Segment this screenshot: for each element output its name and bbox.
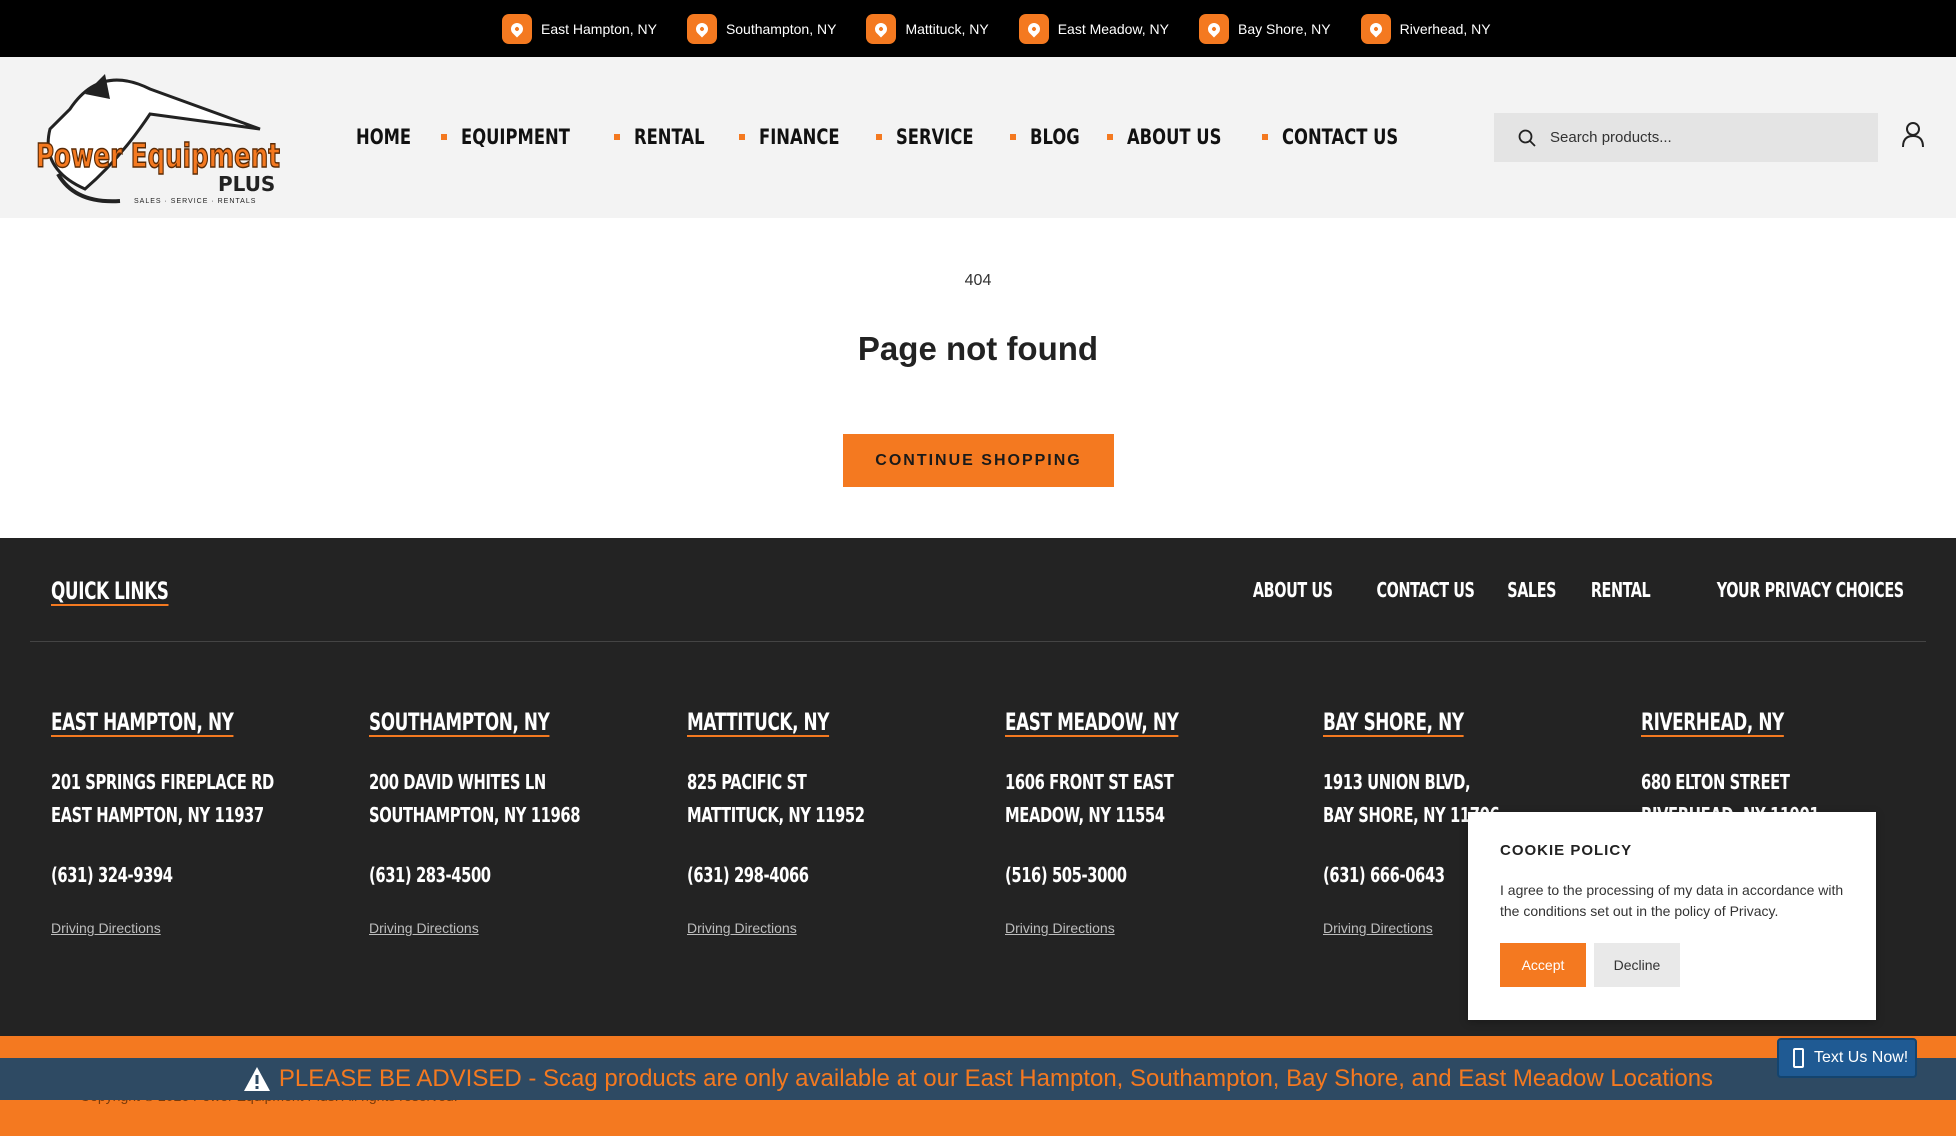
location-bar: East Hampton, NY Southampton, NY Mattitu… (0, 0, 1956, 57)
logo-plus: PLUS (218, 172, 275, 196)
store-name[interactable]: SOUTHAMPTON, NY (369, 708, 550, 736)
cookie-policy-dialog: COOKIE POLICY I agree to the processing … (1468, 812, 1876, 1020)
continue-shopping-button[interactable]: CONTINUE SHOPPING (843, 434, 1114, 487)
nav-separator (876, 134, 883, 140)
nav-service[interactable]: SERVICE (896, 125, 974, 149)
store-east-hampton: EAST HAMPTON, NY 201 SPRINGS FIREPLACE R… (51, 708, 351, 938)
store-address: 201 SPRINGS FIREPLACE RD EAST HAMPTON, NY… (51, 770, 274, 827)
store-name[interactable]: RIVERHEAD, NY (1641, 708, 1784, 736)
store-address: 1606 FRONT ST EAST MEADOW, NY 11554 (1005, 770, 1174, 827)
driving-directions-link[interactable]: Driving Directions (687, 920, 797, 936)
location-link-bay-shore[interactable]: Bay Shore, NY (1198, 13, 1331, 44)
location-label: Southampton, NY (725, 20, 837, 37)
search-icon[interactable] (1518, 129, 1536, 147)
nav-blog[interactable]: BLOG (1030, 125, 1080, 149)
nav-separator (1262, 134, 1269, 140)
store-name[interactable]: EAST MEADOW, NY (1005, 708, 1179, 736)
location-link-mattituck[interactable]: Mattituck, NY (866, 13, 989, 44)
store-mattituck: MATTITUCK, NY 825 PACIFIC ST MATTITUCK, N… (687, 708, 987, 938)
location-link-riverhead[interactable]: Riverhead, NY (1360, 13, 1491, 44)
driving-directions-link[interactable]: Driving Directions (1323, 920, 1433, 936)
error-code: 404 (964, 272, 992, 289)
text-us-button[interactable]: Text Us Now! (1777, 1038, 1917, 1078)
nav-separator (614, 134, 621, 140)
location-label: East Hampton, NY (541, 20, 657, 37)
map-pin-icon (1198, 13, 1229, 44)
footer-link-sales[interactable]: SALES (1507, 578, 1556, 602)
mobile-phone-icon (1793, 1048, 1804, 1068)
site-logo[interactable]: Power Equipment PLUS SALES · SERVICE · R… (30, 69, 286, 207)
footer-divider (30, 641, 1926, 642)
driving-directions-link[interactable]: Driving Directions (51, 920, 161, 936)
cookie-accept-button[interactable]: Accept (1500, 943, 1586, 987)
nav-about-us[interactable]: ABOUT US (1127, 125, 1221, 149)
store-name[interactable]: EAST HAMPTON, NY (51, 708, 234, 736)
cookie-decline-button[interactable]: Decline (1594, 943, 1680, 987)
cookie-text: I agree to the processing of my data in … (1500, 882, 1844, 919)
store-phone[interactable]: (631) 324-9394 (51, 863, 297, 887)
site-header: Power Equipment PLUS SALES · SERVICE · R… (0, 57, 1956, 218)
location-link-east-hampton[interactable]: East Hampton, NY (502, 13, 657, 44)
nav-home[interactable]: HOME (356, 125, 411, 149)
map-pin-icon (502, 13, 532, 44)
location-link-southampton[interactable]: Southampton, NY (686, 13, 837, 44)
footer-link-about-us[interactable]: ABOUT US (1253, 578, 1333, 602)
store-east-meadow: EAST MEADOW, NY 1606 FRONT ST EAST MEADOW… (1005, 708, 1305, 938)
nav-equipment[interactable]: EQUIPMENT (461, 125, 570, 149)
store-phone[interactable]: (631) 298-4066 (687, 863, 933, 887)
footer-link-contact-us[interactable]: CONTACT US (1377, 578, 1475, 602)
cookie-title: COOKIE POLICY (1500, 842, 1633, 859)
footer-link-privacy-choices[interactable]: YOUR PRIVACY CHOICES (1717, 578, 1904, 602)
account-icon[interactable] (1900, 121, 1926, 149)
advisory-message: PLEASE BE ADVISED - Scag products are on… (278, 1065, 1714, 1092)
store-phone[interactable]: (516) 505-3000 (1005, 863, 1251, 887)
nav-rental[interactable]: RENTAL (634, 125, 705, 149)
map-pin-icon (686, 13, 717, 44)
nav-separator (1107, 134, 1114, 140)
store-phone[interactable]: (631) 283-4500 (369, 863, 615, 887)
footer-links: ABOUT US CONTACT US SALES RENTAL YOUR PR… (1213, 578, 1905, 602)
map-pin-icon (1018, 13, 1049, 44)
nav-separator (1009, 134, 1016, 140)
page-title: Page not found (857, 330, 1099, 367)
location-label: Mattituck, NY (905, 20, 989, 37)
map-pin-icon (866, 13, 897, 44)
nav-separator (738, 134, 745, 140)
location-label: Bay Shore, NY (1237, 20, 1331, 37)
nav-separator (440, 134, 447, 140)
logo-name: Power Equipment (36, 136, 280, 175)
advisory-banner: PLEASE BE ADVISED - Scag products are on… (0, 1058, 1956, 1100)
store-name[interactable]: BAY SHORE, NY (1323, 708, 1464, 736)
location-link-east-meadow[interactable]: East Meadow, NY (1018, 13, 1169, 44)
store-address: 825 PACIFIC ST MATTITUCK, NY 11952 (687, 770, 865, 827)
quick-links-title: QUICK LINKS (51, 577, 169, 605)
location-label: East Meadow, NY (1057, 20, 1169, 37)
footer-link-rental[interactable]: RENTAL (1591, 578, 1651, 602)
store-name[interactable]: MATTITUCK, NY (687, 708, 829, 736)
nav-finance[interactable]: FINANCE (759, 125, 840, 149)
search-input[interactable] (1550, 129, 1850, 146)
search-bar (1494, 113, 1878, 162)
text-us-label: Text Us Now! (1814, 1049, 1909, 1066)
store-address: 200 DAVID WHITES LN SOUTHAMPTON, NY 11968 (369, 770, 581, 827)
map-pin-icon (1360, 13, 1391, 44)
warning-icon (243, 1067, 270, 1091)
logo-tagline: SALES · SERVICE · RENTALS (134, 198, 256, 205)
main-nav: HOME EQUIPMENT RENTAL FINANCE SERVICE BL… (356, 125, 1431, 149)
nav-contact-us[interactable]: CONTACT US (1282, 125, 1398, 149)
store-southampton: SOUTHAMPTON, NY 200 DAVID WHITES LN SOUTH… (369, 708, 669, 938)
location-label: Riverhead, NY (1399, 20, 1491, 37)
driving-directions-link[interactable]: Driving Directions (369, 920, 479, 936)
driving-directions-link[interactable]: Driving Directions (1005, 920, 1115, 936)
